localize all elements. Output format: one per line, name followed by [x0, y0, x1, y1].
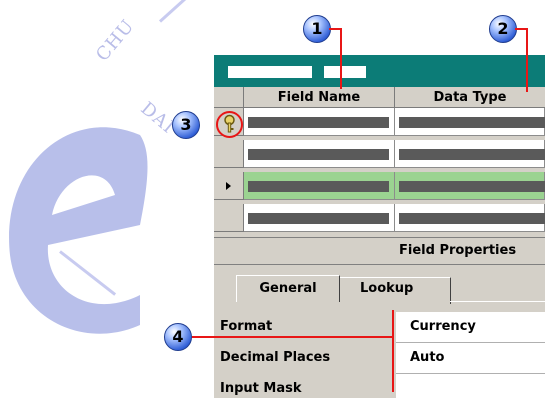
callout-bracket: [392, 310, 394, 392]
tab-general[interactable]: General: [236, 275, 340, 302]
row-selector[interactable]: [214, 172, 244, 200]
key-icon: [224, 114, 235, 133]
field-name-cell[interactable]: [244, 172, 395, 200]
text-placeholder: [248, 117, 389, 128]
window-titlebar[interactable]: [214, 55, 545, 87]
property-value-field[interactable]: Currency: [396, 312, 545, 343]
property-value-field[interactable]: [396, 374, 545, 398]
row-selector[interactable]: [214, 204, 244, 232]
watermark-text: CHU: [92, 15, 139, 66]
table-row[interactable]: [214, 108, 545, 137]
field-name-cell[interactable]: [244, 140, 395, 168]
property-row-input-mask[interactable]: Input Mask: [214, 374, 545, 398]
property-label: Decimal Places: [220, 350, 331, 365]
data-type-cell[interactable]: [395, 204, 545, 232]
column-header-data-type[interactable]: Data Type: [395, 87, 545, 108]
callout-badge-3: 3: [172, 111, 200, 139]
callout-badge-2: 2: [489, 15, 517, 43]
property-value: Currency: [410, 319, 476, 334]
callout-line: [192, 336, 394, 338]
text-placeholder: [248, 181, 389, 192]
table-row[interactable]: [214, 140, 545, 169]
callout-line: [526, 28, 528, 92]
property-row-decimal-places[interactable]: Decimal Places Auto: [214, 343, 545, 374]
property-row-format[interactable]: Format Currency: [214, 312, 545, 343]
primary-key-highlight: [216, 111, 243, 138]
text-placeholder: [399, 181, 545, 192]
title-placeholder: [324, 66, 366, 78]
row-selector-header: [214, 87, 244, 108]
tab-lookup[interactable]: Lookup: [338, 277, 451, 304]
field-properties-title: Field Properties: [399, 243, 517, 258]
text-placeholder: [399, 149, 545, 160]
text-placeholder: [399, 213, 545, 224]
callout-badge-4: 4: [164, 323, 192, 351]
data-type-cell[interactable]: [395, 108, 545, 136]
callout-badge-1: 1: [303, 15, 331, 43]
property-value: Auto: [410, 350, 445, 365]
field-properties-header: Field Properties: [214, 237, 545, 265]
property-value-field[interactable]: Auto: [396, 343, 545, 374]
tab-panel-edge: [450, 301, 545, 302]
field-name-cell[interactable]: [244, 108, 395, 136]
text-placeholder: [399, 117, 545, 128]
field-name-cell[interactable]: [244, 204, 395, 232]
table-row[interactable]: [214, 204, 545, 233]
data-type-cell[interactable]: [395, 140, 545, 168]
tab-lookup-label: Lookup: [360, 281, 414, 296]
row-selector[interactable]: [214, 140, 244, 168]
table-design-window: Field Name Data Type Field Properties Ge…: [214, 55, 545, 398]
watermark-stroke: [158, 0, 221, 23]
title-placeholder: [228, 66, 312, 78]
callout-line: [340, 28, 342, 89]
data-type-cell[interactable]: [395, 172, 545, 200]
property-label: Format: [220, 319, 273, 334]
column-header-field-name[interactable]: Field Name: [244, 87, 395, 108]
property-label: Input Mask: [220, 381, 302, 396]
text-placeholder: [248, 149, 389, 160]
table-row-current[interactable]: [214, 172, 545, 201]
current-row-arrow-icon: [226, 182, 231, 190]
text-placeholder: [248, 213, 389, 224]
